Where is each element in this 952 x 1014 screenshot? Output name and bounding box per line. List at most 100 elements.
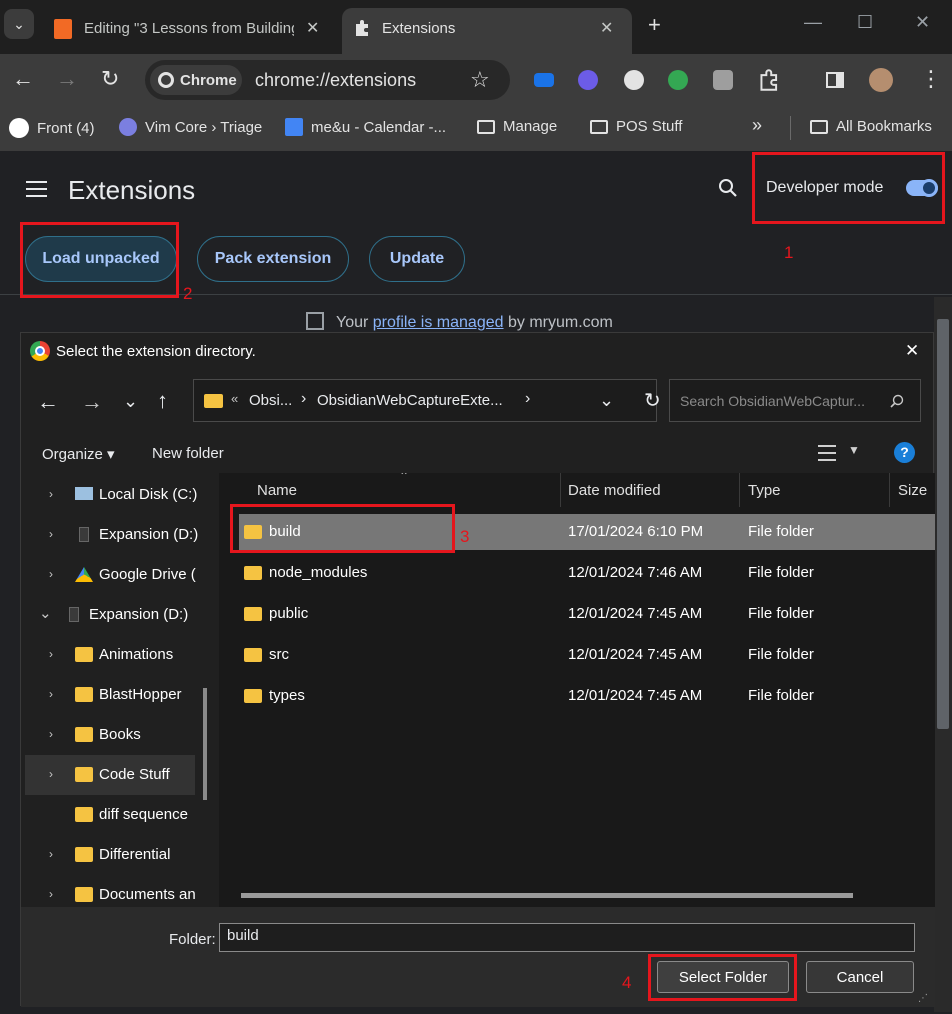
forward-arrow-icon[interactable]: →	[81, 389, 103, 415]
search-icon[interactable]	[718, 178, 738, 198]
tab-extensions[interactable]: Extensions ✕	[342, 8, 632, 54]
extensions-menu-icon[interactable]	[759, 69, 781, 91]
extension-icon-blue[interactable]	[534, 73, 554, 87]
view-options-icon[interactable]	[818, 445, 836, 461]
chrome-logo-icon	[30, 341, 50, 361]
tab-search-button[interactable]: ⌄	[4, 9, 34, 39]
dialog-close-button[interactable]: ✕	[905, 341, 919, 361]
bookmark-manage[interactable]: Manage	[477, 118, 557, 135]
refresh-icon[interactable]: ↻	[644, 388, 661, 413]
chevron-right-icon[interactable]: ›	[49, 887, 53, 901]
folder-icon	[204, 394, 223, 408]
file-list-horizontal-scrollbar[interactable]	[241, 893, 853, 898]
tab-close-button[interactable]: ✕	[600, 18, 613, 38]
new-folder-button[interactable]: New folder	[152, 445, 224, 462]
bookmark-pos-stuff[interactable]: POS Stuff	[590, 118, 682, 135]
nav-item-diff-sequence[interactable]: diff sequence	[25, 795, 195, 835]
tab-editing[interactable]: Editing "3 Lessons from Building ✕	[42, 8, 338, 54]
minimize-button[interactable]: —	[804, 12, 822, 33]
nav-pane-scrollbar[interactable]	[203, 688, 207, 800]
extension-icon-clock[interactable]	[668, 70, 688, 90]
forward-arrow-icon[interactable]: →	[56, 66, 78, 92]
folder-name-input[interactable]: build	[219, 923, 915, 952]
resize-grip-icon[interactable]: ⋰	[918, 993, 928, 1004]
file-row-types[interactable]: types 12/01/2024 7:45 AM File folder	[239, 678, 935, 714]
chevron-right-icon[interactable]: ›	[49, 687, 53, 701]
address-bar[interactable]: « Obsi... › ObsidianWebCaptureExte... › …	[193, 379, 661, 422]
bookmark-star-icon[interactable]: ☆	[470, 67, 490, 93]
extension-icon-sparkle[interactable]	[578, 70, 598, 90]
breadcrumb-item-obsi[interactable]: Obsi...	[249, 392, 292, 409]
cancel-button[interactable]: Cancel	[806, 961, 914, 993]
nav-item-google-drive[interactable]: › Google Drive (	[25, 555, 196, 595]
annotation-box-3	[230, 504, 455, 553]
nav-item-documents[interactable]: › Documents an	[25, 875, 196, 907]
pack-extension-button[interactable]: Pack extension	[197, 236, 349, 282]
url-text[interactable]: chrome://extensions	[255, 70, 416, 91]
file-row-src[interactable]: src 12/01/2024 7:45 AM File folder	[239, 637, 935, 673]
extension-icon-tick[interactable]	[624, 70, 644, 90]
chevron-right-icon[interactable]: ›	[49, 847, 53, 861]
column-header-type[interactable]: Type	[740, 473, 890, 507]
help-icon[interactable]: ?	[894, 442, 915, 463]
side-panel-icon[interactable]	[826, 72, 844, 88]
organize-button[interactable]: Organize ▾	[42, 445, 115, 463]
managed-suffix: by mryum.com	[507, 314, 613, 331]
nav-item-local-disk[interactable]: › Local Disk (C:)	[25, 475, 197, 515]
avatar[interactable]	[869, 68, 893, 92]
nav-item-expansion-expanded[interactable]: ⌄ Expansion (D:)	[25, 595, 195, 635]
site-chip[interactable]: Chrome	[150, 65, 242, 95]
view-dropdown-icon[interactable]: ▼	[848, 443, 860, 457]
omnibox[interactable]: Chrome chrome://extensions ☆	[145, 60, 510, 100]
nav-item-label: Google Drive (	[99, 566, 196, 583]
extension-icon-o[interactable]	[713, 70, 733, 90]
nav-item-blasthopper[interactable]: › BlastHopper	[25, 675, 195, 715]
chevron-down-icon[interactable]: ⌄	[39, 604, 52, 622]
chevron-right-icon[interactable]: ›	[49, 527, 53, 541]
file-date: 12/01/2024 7:45 AM	[568, 605, 703, 622]
kebab-menu-icon[interactable]: ⋮	[920, 66, 942, 92]
folder-search-input[interactable]: Search ObsidianWebCaptur...	[669, 379, 921, 422]
nav-item-label: diff sequence	[99, 806, 188, 823]
back-arrow-icon[interactable]: ←	[12, 66, 34, 92]
chevron-right-icon[interactable]: ›	[49, 767, 53, 781]
profile-managed-link[interactable]: profile is managed	[373, 314, 504, 331]
search-icon[interactable]	[890, 394, 904, 408]
reload-icon[interactable]: ↻	[101, 66, 119, 92]
bookmarks-overflow-button[interactable]: »	[752, 115, 762, 136]
tab-close-button[interactable]: ✕	[306, 18, 319, 38]
file-row-node-modules[interactable]: node_modules 12/01/2024 7:46 AM File folde…	[239, 555, 935, 591]
nav-item-differential[interactable]: › Differential	[25, 835, 195, 875]
chevron-right-icon[interactable]: ›	[49, 567, 53, 581]
breadcrumb-overflow[interactable]: «	[231, 391, 238, 406]
hamburger-menu-icon[interactable]	[26, 181, 47, 197]
column-header-name[interactable]: Name	[249, 473, 561, 507]
page-scrollbar[interactable]	[934, 297, 952, 1012]
chevron-right-icon[interactable]: ›	[49, 487, 53, 501]
chevron-right-icon[interactable]: ›	[49, 727, 53, 741]
update-button[interactable]: Update	[369, 236, 465, 282]
chevron-right-icon[interactable]: ›	[49, 647, 53, 661]
recent-locations-chevron-icon[interactable]: ⌄	[123, 391, 138, 412]
nav-item-animations[interactable]: › Animations	[25, 635, 195, 675]
nav-item-code-stuff[interactable]: › Code Stuff	[25, 755, 195, 795]
nav-item-expansion[interactable]: › Expansion (D:)	[25, 515, 198, 555]
column-header-size[interactable]: Size	[890, 473, 935, 507]
new-tab-button[interactable]: +	[648, 12, 661, 38]
bookmark-all-bookmarks[interactable]: All Bookmarks	[810, 118, 932, 135]
maximize-button[interactable]: ☐	[857, 12, 873, 33]
file-row-public[interactable]: public 12/01/2024 7:45 AM File folder	[239, 596, 935, 632]
bookmark-vim-core[interactable]: Vim Core › Triage	[119, 118, 262, 136]
annotation-number-2: 2	[183, 284, 193, 303]
breadcrumb-item-current[interactable]: ObsidianWebCaptureExte...	[317, 392, 503, 409]
column-header-date[interactable]: Date modified	[560, 473, 740, 507]
up-arrow-icon[interactable]: ↑	[157, 388, 168, 414]
bookmark-front[interactable]: Front (4)	[9, 118, 95, 138]
bookmark-calendar[interactable]: me&u - Calendar -...	[285, 118, 446, 136]
annotation-box-1	[752, 152, 945, 224]
back-arrow-icon[interactable]: ←	[37, 389, 59, 415]
calendar-icon	[285, 118, 303, 136]
nav-item-books[interactable]: › Books	[25, 715, 195, 755]
window-close-button[interactable]: ✕	[915, 12, 930, 33]
address-dropdown-chevron-icon[interactable]: ⌄	[599, 390, 614, 411]
